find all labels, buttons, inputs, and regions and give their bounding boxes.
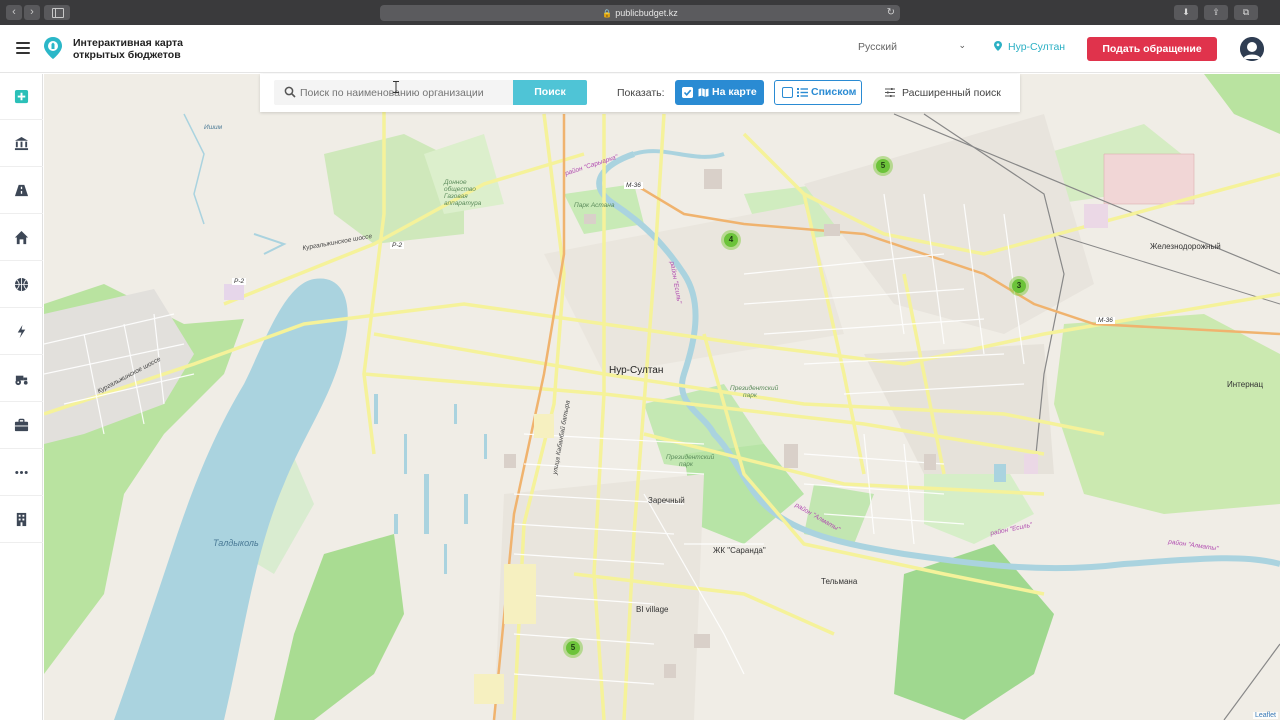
sliders-icon	[885, 88, 895, 97]
map-attribution[interactable]: Leaflet	[1252, 712, 1278, 719]
tractor-icon	[15, 375, 28, 386]
search-icon	[284, 86, 296, 98]
district-bi-village: BI village	[636, 605, 669, 614]
district-telmana: Тельмана	[821, 577, 858, 586]
list-view-label: Списком	[811, 86, 857, 98]
lake-label: Талдыколь	[213, 538, 259, 548]
plus-square-icon	[14, 89, 29, 104]
highway-m36-label: M-36	[624, 182, 643, 189]
home-icon	[14, 230, 29, 245]
city-map[interactable]: Нур-Султан Железнодорожный Заречный ЖК "…	[44, 74, 1280, 720]
language-select[interactable]: Русский ⌄	[858, 40, 968, 53]
sidebar-item-agriculture[interactable]	[0, 356, 43, 402]
checkbox-checked-icon	[682, 87, 693, 98]
cluster-marker[interactable]: 3	[1009, 276, 1029, 296]
map-tiles	[44, 74, 1280, 720]
park-label-1: Президентский парк	[730, 385, 779, 399]
category-sidebar	[0, 74, 43, 720]
view-as-list-toggle[interactable]: Списком	[774, 80, 862, 105]
browser-toolbar: ‹ › 🔒 publicbudget.kz ↻ ⬇ ⇪ ⧉	[0, 0, 1280, 25]
city-name: Нур-Султан	[1008, 41, 1066, 53]
language-value: Русский	[858, 41, 897, 53]
cluster-count: 5	[876, 159, 890, 173]
show-label: Показать:	[617, 87, 665, 99]
search-toolbar: Поиск Показать: На карте Списком Расшире…	[260, 74, 1020, 112]
tabs-icon[interactable]: ⧉	[1234, 5, 1258, 20]
share-icon[interactable]: ⇪	[1204, 5, 1228, 20]
download-icon[interactable]: ⬇	[1174, 5, 1198, 20]
cluster-marker[interactable]: 4	[721, 230, 741, 250]
bank-icon	[14, 136, 29, 151]
sidebar-item-sports[interactable]	[0, 262, 43, 308]
submit-appeal-button[interactable]: Подать обращение	[1087, 37, 1217, 61]
park-astana-label: Парк Астана	[574, 202, 615, 209]
address-bar[interactable]: 🔒 publicbudget.kz ↻	[380, 5, 900, 21]
app-title: Интерактивная карта открытых бюджетов	[73, 37, 184, 61]
city-selector[interactable]: Нур-Султан	[994, 41, 1065, 53]
search-button[interactable]: Поиск	[513, 80, 587, 105]
sidebar-item-add[interactable]	[0, 74, 43, 120]
logo-icon	[44, 37, 62, 59]
city-label: Нур-Султан	[609, 365, 664, 376]
donnoe-label: Донное общество Газовая аппаратура	[444, 179, 482, 207]
advanced-search-label: Расширенный поиск	[902, 87, 1001, 99]
road-icon	[14, 184, 29, 197]
text-cursor-icon	[393, 81, 399, 93]
back-button[interactable]: ‹	[6, 5, 22, 20]
list-icon	[797, 88, 808, 97]
checkbox-unchecked-icon	[782, 87, 793, 98]
sidebar-item-more[interactable]	[0, 450, 43, 496]
lightning-icon	[17, 324, 26, 339]
map-icon	[698, 88, 709, 97]
menu-icon[interactable]	[16, 42, 30, 54]
district-zarechny: Заречный	[648, 496, 685, 505]
cluster-marker[interactable]: 5	[873, 156, 893, 176]
map-pin-icon	[994, 41, 1002, 51]
basketball-icon	[14, 277, 29, 292]
sidebar-item-buildings[interactable]	[0, 497, 43, 543]
sidebar-item-energy[interactable]	[0, 309, 43, 355]
cluster-marker[interactable]: 5	[563, 638, 583, 658]
park-label-2: Президентский парк	[666, 454, 715, 468]
sidebar-item-business[interactable]	[0, 403, 43, 449]
sidebar-item-roads[interactable]	[0, 168, 43, 214]
highway-p2-label: P-2	[232, 278, 247, 285]
sidebar-item-housing[interactable]	[0, 215, 43, 261]
river-ishim-label: Ишим	[204, 124, 223, 131]
cluster-count: 3	[1012, 279, 1026, 293]
highway-m36-label-2: M-36	[1096, 317, 1115, 324]
forward-button[interactable]: ›	[24, 5, 40, 20]
browser-sidebar-icon[interactable]	[44, 5, 70, 20]
url-text: publicbudget.kz	[615, 8, 678, 18]
avatar[interactable]	[1240, 37, 1264, 61]
map-view-label: На карте	[712, 86, 757, 98]
view-on-map-toggle[interactable]: На карте	[675, 80, 764, 105]
district-saranda: ЖК "Саранда"	[713, 546, 766, 555]
district-internat: Интернац	[1227, 380, 1264, 389]
chevron-down-icon: ⌄	[958, 40, 966, 50]
app-header: Интерактивная карта открытых бюджетов Ру…	[0, 25, 1280, 73]
reload-icon[interactable]: ↻	[887, 5, 895, 21]
user-icon	[1240, 37, 1264, 61]
briefcase-icon	[14, 418, 29, 432]
more-dots-icon	[15, 471, 28, 474]
building-icon	[16, 512, 27, 527]
search-input[interactable]	[300, 84, 510, 101]
district-zhelez: Железнодорожный	[1150, 242, 1221, 251]
cluster-count: 4	[724, 233, 738, 247]
highway-p2-label-2: P-2	[390, 242, 405, 249]
lock-icon: 🔒	[602, 9, 613, 18]
sidebar-item-government[interactable]	[0, 121, 43, 167]
cluster-count: 5	[566, 641, 580, 655]
advanced-search-link[interactable]: Расширенный поиск	[885, 87, 1001, 99]
